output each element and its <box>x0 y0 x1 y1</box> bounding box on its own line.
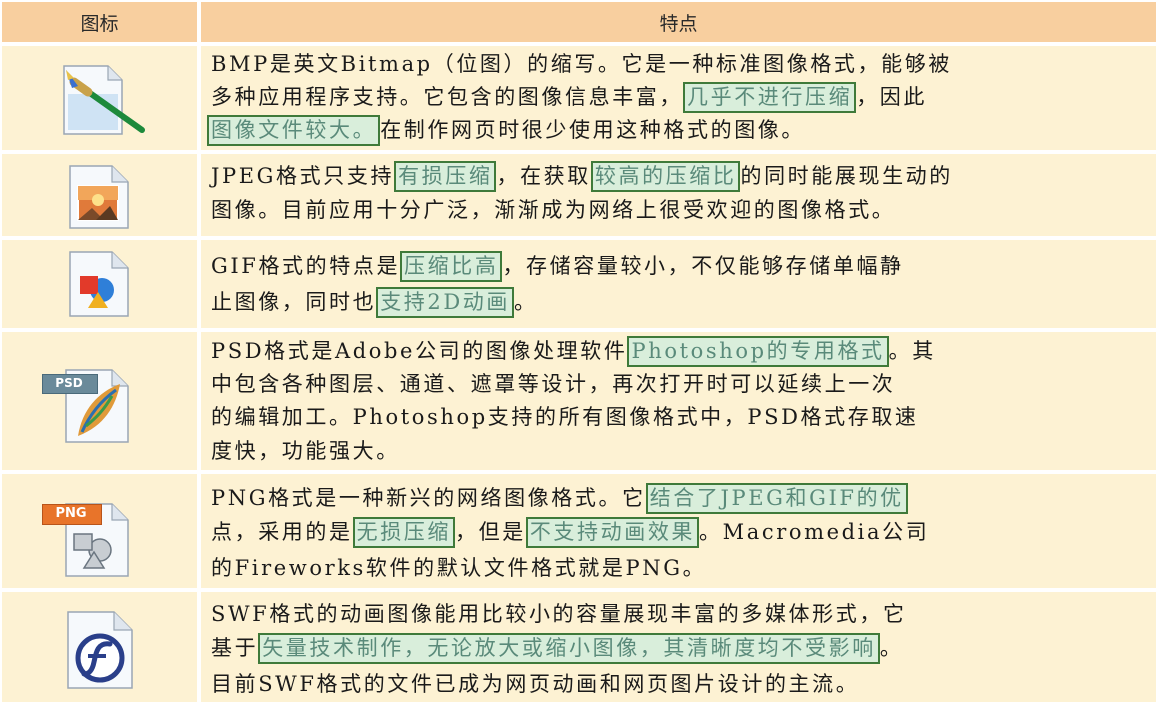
text-line: 图像文件较大。 在制作网页时很少使用这种格式的图像。 <box>207 114 805 146</box>
text-line: 止图像，同时也 支持2D动画。 <box>211 286 538 318</box>
text-segment: SWF格式的动画图像能用比较小的容量展现丰富的多媒体形式，它 <box>211 602 907 626</box>
bmp-paintbrush-icon <box>63 65 145 135</box>
text-segment: 。 <box>514 290 538 314</box>
feature-cell: BMP是英文Bitmap（位图）的缩写。它是一种标准图像格式，能够被 多种应用程… <box>201 46 1156 150</box>
swf-flash-icon <box>67 611 133 689</box>
feature-cell: PNG格式是一种新兴的网络图像格式。它 结合了JPEG和GIF的优 点，采用的是无… <box>201 474 1156 588</box>
text-segment: PNG格式是一种新兴的网络图像格式。它 <box>211 486 646 510</box>
icon-cell <box>2 154 197 236</box>
highlight-box: 矢量技术制作，无论放大或缩小图像，其清晰度均不受影响 <box>258 633 880 664</box>
text-segment: 。Macromedia公司 <box>699 520 930 544</box>
gif-shapes-icon <box>69 251 129 317</box>
icon-cell <box>2 46 197 150</box>
text-segment: 多种应用程序支持。它包含的图像信息丰富， <box>211 85 683 109</box>
table-row-png: PNG PNG格式是一种新兴的网络图像格式。它 结合了JPEG和GIF的优 点，采… <box>2 474 1156 588</box>
text-segment: 的编辑加工。Photoshop支持的所有图像格式中，PSD格式存取速 <box>211 405 919 429</box>
text-segment: 目前SWF格式的文件已成为网页动画和网页图片设计的主流。 <box>211 672 860 696</box>
text-segment: ，因此 <box>856 85 928 109</box>
text-line: 中包含各种图层、通道、遮罩等设计，再次打开时可以延续上一次 <box>211 368 895 400</box>
text-segment: 基于 <box>211 636 259 660</box>
text-line: GIF格式的特点是 压缩比高 ，存储容量较小，不仅能够存储单幅静 <box>211 250 904 282</box>
text-line: JPEG格式只支持 有损压缩 ，在获取 较高的压缩比 的同时能展现生动的 <box>211 160 953 192</box>
text-line: 的Fireworks软件的默认文件格式就是PNG。 <box>211 552 706 584</box>
text-line: 多种应用程序支持。它包含的图像信息丰富， 几乎不进行压缩 ，因此 <box>211 81 927 113</box>
jpeg-photo-icon <box>69 165 129 229</box>
highlight-box: 较高的压缩比 <box>590 161 741 192</box>
feature-cell: SWF格式的动画图像能用比较小的容量展现丰富的多媒体形式，它 基于 矢量技术制作，… <box>201 592 1156 702</box>
text-segment: ，在获取 <box>496 164 591 188</box>
text-segment: 度快，功能强大。 <box>211 439 400 463</box>
highlight-box: Photoshop的专用格式 <box>627 336 889 367</box>
text-segment: BMP是英文Bitmap（位图）的缩写。它是一种标准图像格式，能够被 <box>211 52 952 76</box>
text-segment: 点，采用的是 <box>211 520 353 544</box>
table-row-swf: SWF格式的动画图像能用比较小的容量展现丰富的多媒体形式，它 基于 矢量技术制作，… <box>2 592 1156 702</box>
text-segment: 。 <box>879 636 904 660</box>
header-feature-column: 特点 <box>201 2 1156 42</box>
highlight-box: 压缩比高 <box>400 251 503 282</box>
highlight-box: 几乎不进行压缩 <box>683 82 857 113</box>
highlight-box: 不支持动画效果 <box>525 517 700 548</box>
text-segment: 。其 <box>888 339 936 363</box>
text-line: 的编辑加工。Photoshop支持的所有图像格式中，PSD格式存取速 <box>211 401 919 433</box>
icon-cell <box>2 240 197 328</box>
table-header: 图标 特点 <box>2 2 1156 42</box>
highlight-box: 有损压缩 <box>394 161 497 192</box>
text-line: 点，采用的是 无损压缩 ，但是 不支持动画效果 。Macromedia公司 <box>211 516 929 548</box>
text-line: BMP是英文Bitmap（位图）的缩写。它是一种标准图像格式，能够被 <box>211 48 952 80</box>
psd-label: PSD <box>55 376 83 390</box>
icon-cell <box>2 592 197 702</box>
text-line: 图像。目前应用十分广泛，渐渐成为网络上很受欢迎的图像格式。 <box>211 194 895 226</box>
icon-cell: PNG <box>2 474 197 588</box>
table-row-gif: GIF格式的特点是 压缩比高 ，存储容量较小，不仅能够存储单幅静 止图像，同时也 支持… <box>2 240 1156 328</box>
text-segment: JPEG格式只支持 <box>211 164 395 188</box>
text-segment: 在制作网页时很少使用这种格式的图像。 <box>380 118 806 142</box>
text-line: 目前SWF格式的文件已成为网页动画和网页图片设计的主流。 <box>211 668 859 700</box>
text-segment: 止图像，同时也 <box>211 290 377 314</box>
text-line: 度快，功能强大。 <box>211 435 400 467</box>
text-line: 基于 矢量技术制作，无论放大或缩小图像，其清晰度均不受影响。 <box>211 632 903 664</box>
table-row-bmp: BMP是英文Bitmap（位图）的缩写。它是一种标准图像格式，能够被 多种应用程… <box>2 46 1156 150</box>
text-segment: ，但是 <box>455 520 526 544</box>
table-row-jpeg: JPEG格式只支持 有损压缩 ，在获取 较高的压缩比 的同时能展现生动的 图像。目前应用… <box>2 154 1156 236</box>
header-icon-column: 图标 <box>2 2 197 42</box>
highlight-box: 支持2D动画 <box>376 287 515 318</box>
highlight-box: 图像文件较大。 <box>207 115 381 146</box>
png-label: PNG <box>55 506 87 521</box>
feature-cell: JPEG格式只支持 有损压缩 ，在获取 较高的压缩比 的同时能展现生动的 图像。目前应用… <box>201 154 1156 236</box>
icon-cell: PSD <box>2 332 197 470</box>
text-segment: PSD格式是Adobe公司的图像处理软件 <box>211 339 628 363</box>
feature-cell: PSD格式是Adobe公司的图像处理软件 Photoshop的专用格式 。其 中包含… <box>201 332 1156 470</box>
highlight-box: 结合了JPEG和GIF的优 <box>645 483 908 514</box>
text-line: SWF格式的动画图像能用比较小的容量展现丰富的多媒体形式，它 <box>211 598 907 630</box>
text-segment: 的同时能展现生动的 <box>740 164 953 188</box>
text-segment: 的Fireworks软件的默认文件格式就是PNG。 <box>211 556 707 580</box>
text-line: PSD格式是Adobe公司的图像处理软件 Photoshop的专用格式 。其 <box>211 335 936 367</box>
text-segment: 图像。目前应用十分广泛，渐渐成为网络上很受欢迎的图像格式。 <box>211 198 896 222</box>
text-segment: ，存储容量较小，不仅能够存储单幅静 <box>502 254 904 278</box>
text-segment: 中包含各种图层、通道、遮罩等设计，再次打开时可以延续上一次 <box>211 372 896 396</box>
highlight-box: 无损压缩 <box>352 517 456 548</box>
text-segment: GIF格式的特点是 <box>211 254 401 278</box>
feature-cell: GIF格式的特点是 压缩比高 ，存储容量较小，不仅能够存储单幅静 止图像，同时也 支持… <box>201 240 1156 328</box>
text-line: PNG格式是一种新兴的网络图像格式。它 结合了JPEG和GIF的优 <box>211 482 908 514</box>
table-row-psd: PSD PSD格式是Adobe公司的图像处理软件 Photoshop的专用格式 。其… <box>2 332 1156 470</box>
